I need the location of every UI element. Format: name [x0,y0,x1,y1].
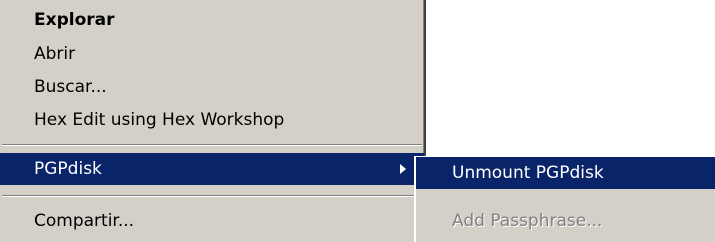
submenu-item-unmount-pgpdisk[interactable]: Unmount PGPdisk [416,157,715,189]
submenu-item-add-passphrase: Add Passphrase... [452,211,603,231]
context-menu: Explorar Abrir Buscar... Hex Edit using … [0,0,426,242]
menu-item-buscar[interactable]: Buscar... [0,71,424,103]
menu-item-pgpdisk[interactable]: PGPdisk [0,153,424,185]
menu-item-hex-edit[interactable]: Hex Edit using Hex Workshop [0,104,424,136]
menu-separator [2,195,422,197]
menu-item-explorar[interactable]: Explorar [0,4,424,36]
menu-item-pgpdisk-label: PGPdisk [34,159,102,179]
menu-separator [2,144,422,146]
menu-item-abrir[interactable]: Abrir [0,38,424,70]
pgpdisk-submenu: Unmount PGPdisk Add Passphrase... [414,156,715,242]
submenu-arrow-icon [400,164,406,174]
screenshot-stage: Explorar Abrir Buscar... Hex Edit using … [0,0,715,242]
menu-item-compartir[interactable]: Compartir... [0,205,424,237]
